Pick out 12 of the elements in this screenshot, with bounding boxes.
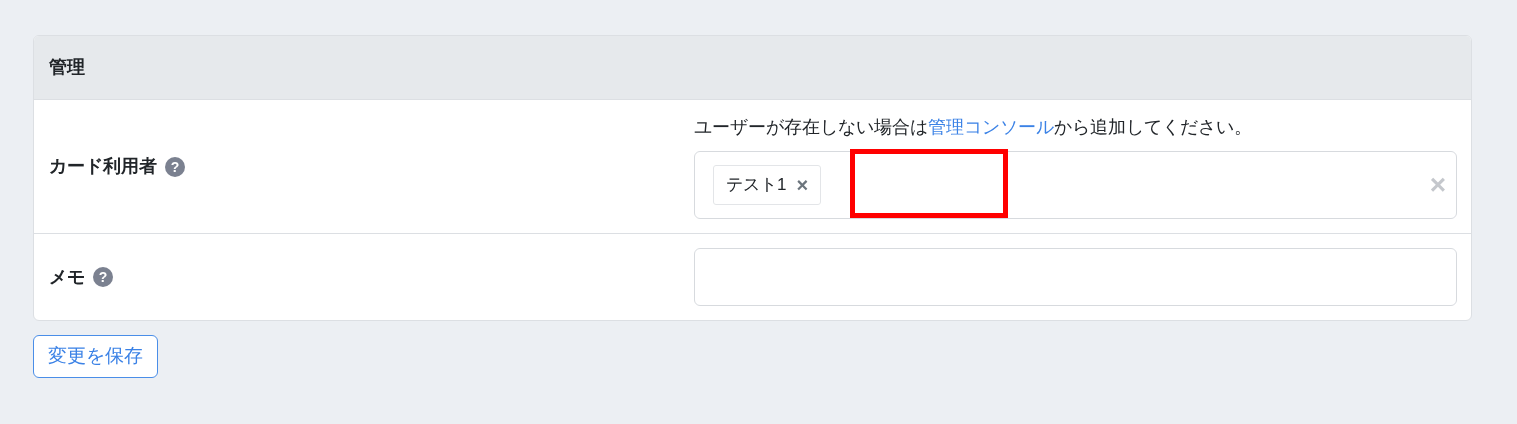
help-icon[interactable]: ?	[165, 156, 185, 177]
field-label: メモ	[49, 265, 85, 289]
hint-text: ユーザーが存在しない場合は管理コンソールから追加してください。	[694, 116, 1253, 139]
user-select-field[interactable]: テスト1 × ×	[694, 151, 1457, 219]
help-icon[interactable]: ?	[93, 267, 113, 287]
save-button[interactable]: 変更を保存	[33, 335, 158, 378]
console-link[interactable]: 管理コンソール	[928, 117, 1054, 137]
memo-input[interactable]	[694, 248, 1457, 306]
remove-tag-button[interactable]: ×	[796, 175, 809, 195]
field-label: カード利用者	[49, 155, 157, 178]
card-title: 管理	[49, 56, 85, 79]
tag-label: テスト1	[726, 174, 787, 197]
